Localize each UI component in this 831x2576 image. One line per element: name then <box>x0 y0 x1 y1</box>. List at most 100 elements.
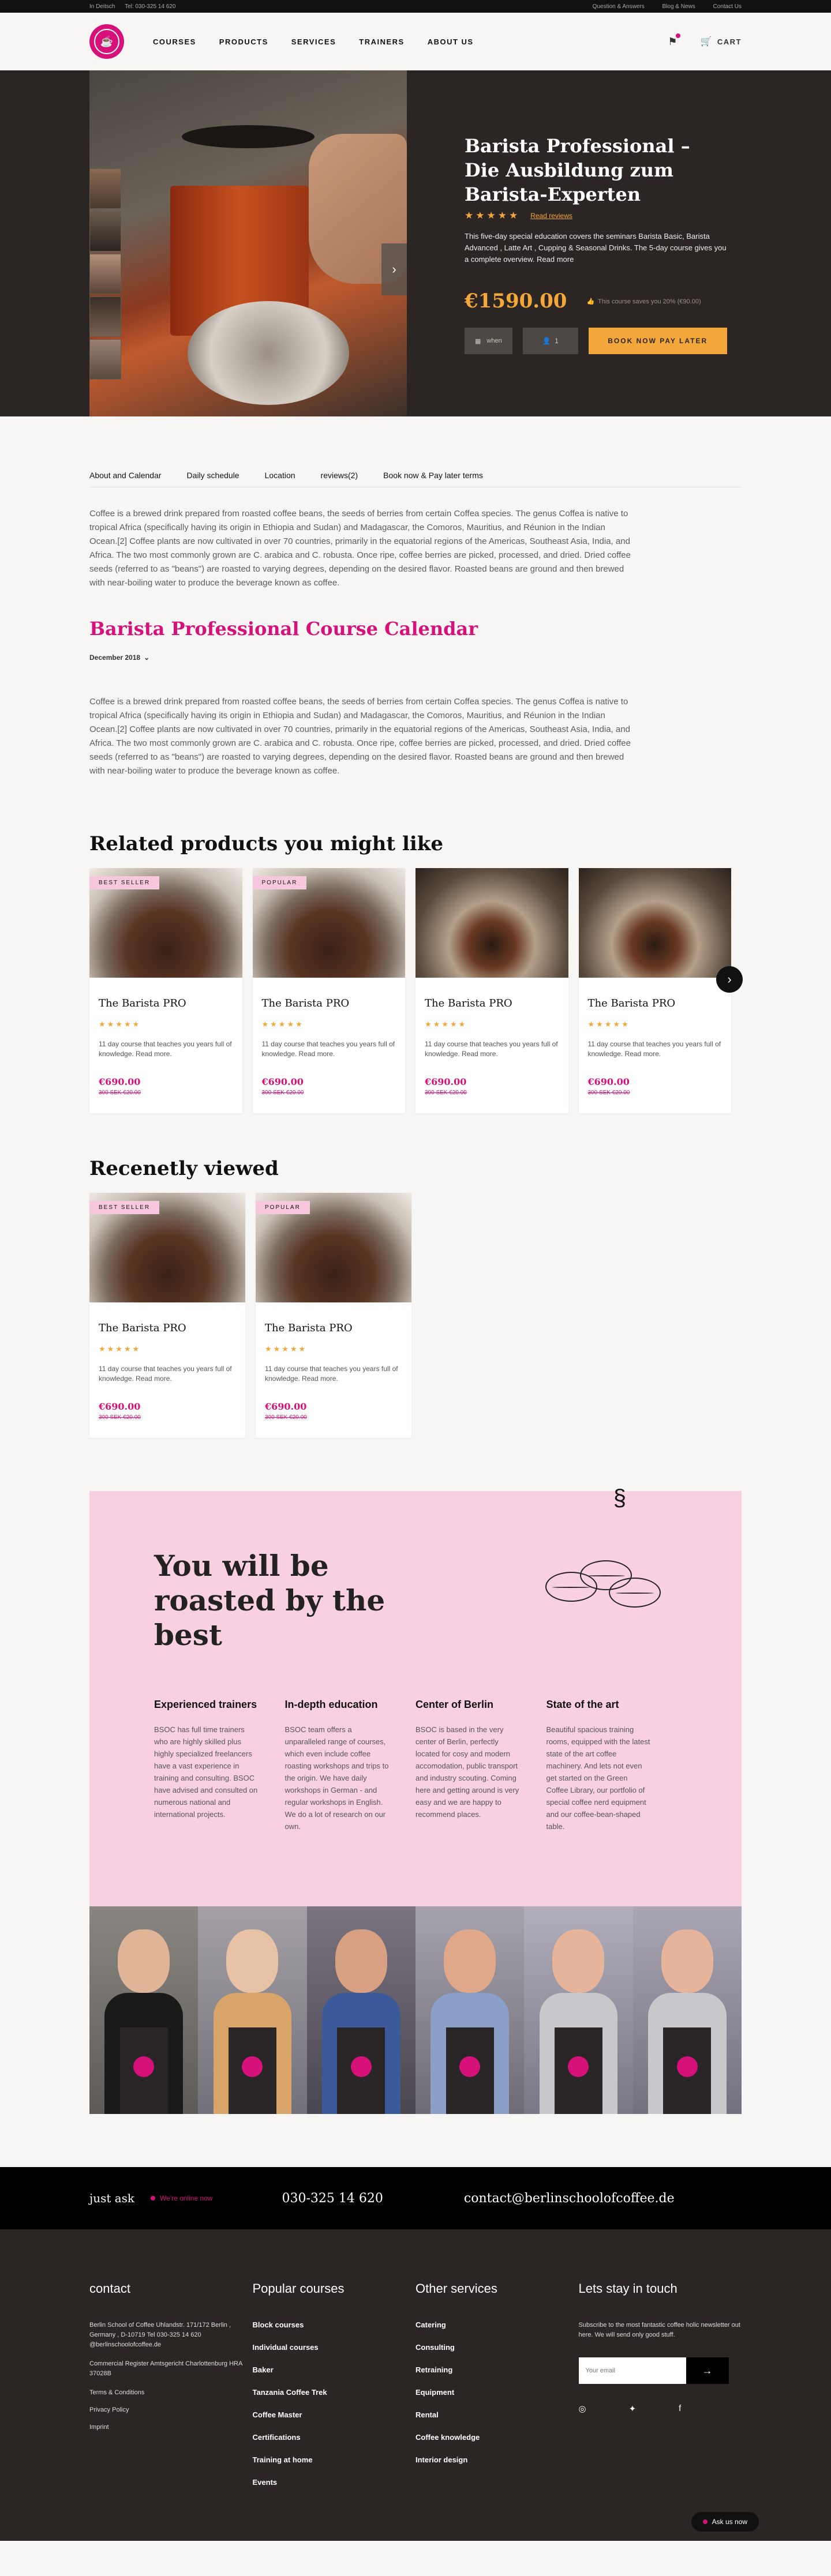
cart-button[interactable]: 🛒 CART <box>700 36 742 47</box>
related-title: Related products you might like <box>89 832 443 855</box>
language-link[interactable]: In Deitsch <box>89 3 115 10</box>
purchase-actions: ▦ when 👤 1 BOOK NOW PAY LATER <box>465 328 730 354</box>
product-old-price: 300 SEK €20.00 <box>587 1090 630 1096</box>
product-desc: 11 day course that teaches you years ful… <box>265 1365 398 1383</box>
trainer-head <box>226 1929 279 1993</box>
trainer-head <box>118 1929 170 1993</box>
footer-heading: Other services <box>415 2281 497 2296</box>
footer-link[interactable]: Tanzania Coffee Trek <box>253 2388 416 2397</box>
footer-link[interactable]: Consulting <box>415 2343 579 2352</box>
bean-shape <box>609 1578 661 1608</box>
chevron-right-icon[interactable]: › <box>381 243 407 295</box>
product-old-price: 300 SEK €20.00 <box>425 1090 467 1096</box>
footer-link[interactable]: Coffee Master <box>253 2410 416 2419</box>
features-list: Experienced trainers BSOC has full time … <box>154 1699 677 1833</box>
footer-link[interactable]: Block courses <box>253 2320 416 2329</box>
tab-book-terms[interactable]: Book now & Pay later terms <box>383 471 483 480</box>
gallery-thumbnail[interactable] <box>89 254 121 294</box>
gallery-thumbnail[interactable] <box>89 296 121 337</box>
month-select[interactable]: December 2018 ⌄ <box>89 654 742 662</box>
product-badge: POPULAR <box>252 876 307 889</box>
trainer-apron <box>555 2027 602 2114</box>
nav-item-trainers[interactable]: TRAINERS <box>359 37 404 46</box>
footer-contact: contact Berlin School of Coffee Uhlandst… <box>89 2281 253 2541</box>
footer-link[interactable]: Certifications <box>253 2433 416 2442</box>
product-card[interactable]: The Barista PRO ★★★★★ 11 day course that… <box>415 868 568 1113</box>
tab-reviews[interactable]: reviews(2) <box>321 471 358 480</box>
footer-heading: Popular courses <box>252 2281 345 2296</box>
logo[interactable]: ☕ <box>89 24 124 59</box>
imprint-link[interactable]: Imprint <box>89 2424 253 2431</box>
gallery-thumbnail[interactable] <box>89 211 121 251</box>
contact-link[interactable]: Contact Us <box>713 3 742 10</box>
footer-link[interactable]: Baker <box>253 2365 416 2374</box>
quantity-stepper[interactable]: 👤 1 <box>522 328 578 354</box>
instagram-icon[interactable]: ◎ <box>579 2404 586 2414</box>
nav-item-services[interactable]: SERVICES <box>291 37 336 46</box>
nav-item-courses[interactable]: COURSES <box>153 37 196 46</box>
product-tabs: About and Calendar Daily schedule Locati… <box>89 471 742 487</box>
nav-item-about[interactable]: ABOUT US <box>428 37 474 46</box>
product-stars: ★★★★★ <box>587 1020 630 1028</box>
tab-location[interactable]: Location <box>265 471 295 480</box>
footer-popular: Popular courses Block courses Individual… <box>253 2281 416 2541</box>
footer-heading: Lets stay in touch <box>578 2281 677 2296</box>
top-bar-left: In Deitsch Tel: 030-325 14 620 <box>89 3 184 10</box>
blog-link[interactable]: Blog & News <box>662 3 695 10</box>
savings-text: 👍 This course saves you 20% (€90.00) <box>586 298 701 305</box>
trainer-apron <box>663 2027 712 2114</box>
tab-about[interactable]: About and Calendar <box>89 471 162 480</box>
product-name: The Barista PRO <box>587 997 676 1009</box>
footer-link[interactable]: Events <box>253 2478 416 2487</box>
card-body: The Barista PRO ★★★★★ 11 day course that… <box>256 1322 411 1421</box>
card-body: The Barista PRO ★★★★★ 11 day course that… <box>253 997 406 1096</box>
facebook-icon[interactable]: f <box>679 2404 681 2414</box>
tab-daily-schedule[interactable]: Daily schedule <box>187 471 239 480</box>
feature-title: Center of Berlin <box>415 1699 494 1710</box>
email-link[interactable]: contact@berlinschoolofcoffee.de <box>464 2191 675 2206</box>
recent-title: Recenetly viewed <box>89 1157 279 1180</box>
address-text: Berlin School of Coffee Uhlandstr. 171/1… <box>89 2322 231 2348</box>
product-image: BEST SELLER <box>89 868 242 978</box>
phone-text: Tel: 030-325 14 620 <box>125 3 176 10</box>
subscribe-button[interactable]: → <box>686 2357 729 2384</box>
footer-link[interactable]: Rental <box>415 2410 579 2419</box>
date-select[interactable]: ▦ when <box>465 328 512 354</box>
product-stars: ★★★★★ <box>99 1020 141 1028</box>
location-pin-icon[interactable]: ⚑ <box>668 33 681 48</box>
product-desc: 11 day course that teaches you years ful… <box>261 1040 395 1058</box>
phone-link[interactable]: 030-325 14 620 <box>282 2191 383 2206</box>
product-card[interactable]: POPULAR The Barista PRO ★★★★★ 11 day cou… <box>256 1193 411 1438</box>
footer-link[interactable]: Individual courses <box>253 2343 416 2352</box>
book-now-button[interactable]: BOOK NOW PAY LATER <box>588 328 727 354</box>
product-card[interactable]: BEST SELLER The Barista PRO ★★★★★ 11 day… <box>89 868 242 1113</box>
gallery-thumbnail[interactable] <box>89 168 121 209</box>
chat-button[interactable]: Ask us now <box>691 2512 759 2532</box>
qa-link[interactable]: Question & Answers <box>593 3 645 10</box>
feature-item: State of the art Beautiful spacious trai… <box>546 1699 677 1833</box>
carousel-next-button[interactable]: › <box>716 966 743 993</box>
product-name: The Barista PRO <box>99 1322 186 1334</box>
footer-link[interactable]: Training at home <box>253 2455 416 2464</box>
footer-link[interactable]: Equipment <box>415 2388 579 2397</box>
email-field[interactable] <box>578 2357 686 2384</box>
gallery-main-image <box>89 70 407 416</box>
top-bar: In Deitsch Tel: 030-325 14 620 Question … <box>0 0 831 13</box>
footer-link[interactable]: Interior design <box>415 2455 579 2464</box>
footer-link[interactable]: Coffee knowledge <box>415 2433 579 2442</box>
nav-item-products[interactable]: PRODUCTS <box>219 37 268 46</box>
product-badge: BEST SELLER <box>89 876 160 889</box>
price-row: €1590.00 👍 This course saves you 20% (€90… <box>465 290 730 313</box>
gallery-thumbnail[interactable] <box>89 339 121 380</box>
footer-link[interactable]: Catering <box>415 2320 579 2329</box>
product-card[interactable]: The Barista PRO ★★★★★ 11 day course that… <box>578 868 731 1113</box>
trainer-apron <box>119 2027 168 2114</box>
twitter-icon[interactable]: ✦ <box>629 2404 637 2414</box>
privacy-link[interactable]: Privacy Policy <box>89 2406 253 2413</box>
product-card[interactable]: BEST SELLER The Barista PRO ★★★★★ 11 day… <box>89 1193 245 1438</box>
product-card[interactable]: POPULAR The Barista PRO ★★★★★ 11 day cou… <box>252 868 406 1113</box>
read-reviews-link[interactable]: Read reviews <box>530 212 572 220</box>
terms-link[interactable]: Terms & Conditions <box>89 2389 253 2396</box>
chevron-down-icon: ⌄ <box>144 654 150 662</box>
footer-link[interactable]: Retraining <box>415 2365 579 2374</box>
